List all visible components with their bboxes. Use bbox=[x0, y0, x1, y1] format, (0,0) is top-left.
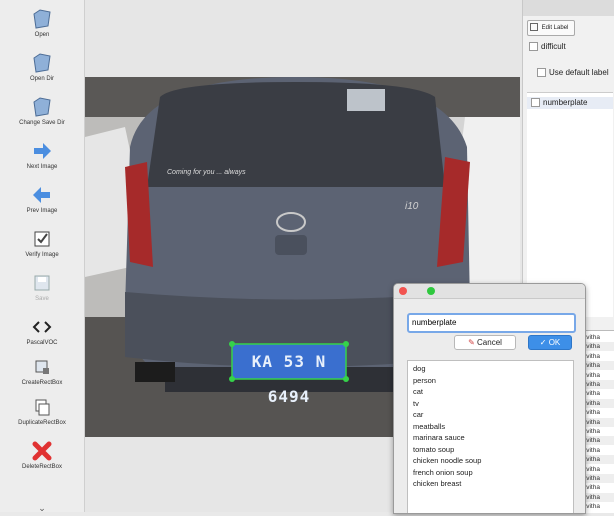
cancel-label: Cancel bbox=[477, 338, 502, 347]
folder-icon bbox=[0, 52, 84, 74]
save-icon bbox=[0, 272, 84, 294]
label-item-text: numberplate bbox=[543, 98, 588, 107]
zoom-dot-icon[interactable] bbox=[427, 287, 435, 295]
tool-label: Verify Image bbox=[25, 252, 59, 258]
tool-duplicaterectbox-button[interactable]: DuplicateRectBox bbox=[0, 396, 84, 426]
edit-label-text: Edit Label bbox=[541, 25, 569, 31]
rear-glass-text: Coming for you ... always bbox=[167, 169, 246, 176]
tool-label: Prev Image bbox=[26, 208, 58, 214]
checkbox-icon bbox=[0, 228, 84, 250]
label-option[interactable]: person bbox=[413, 376, 436, 385]
ok-button[interactable]: ✓ OK bbox=[528, 335, 572, 350]
tool-verify-image-button[interactable]: Verify Image bbox=[0, 228, 84, 258]
difficult-label: difficult bbox=[541, 42, 566, 51]
cancel-button[interactable]: ✎ Cancel bbox=[454, 335, 516, 350]
tool-label: CreateRectBox bbox=[21, 380, 63, 386]
tool-change-save-dir-button[interactable]: Change Save Dir bbox=[0, 96, 84, 126]
label-option[interactable]: tv bbox=[413, 399, 419, 408]
tool-label: DeleteRectBox bbox=[21, 464, 63, 470]
label-option[interactable]: chicken noodle soup bbox=[413, 456, 481, 465]
edit-label-button[interactable]: Edit Label bbox=[527, 20, 575, 36]
label-dialog: ✎ Cancel ✓ OK dog person cat tv car meatballs… bbox=[393, 283, 586, 514]
label-options-list: dog person cat tv car meatballs marinara sauce… bbox=[407, 360, 574, 513]
dialog-title-bar[interactable] bbox=[394, 284, 585, 299]
folder-icon bbox=[0, 8, 84, 30]
label-option[interactable]: french onion soup bbox=[413, 468, 473, 477]
tool-label: Change Save Dir bbox=[19, 120, 65, 126]
label-option[interactable]: meatballs bbox=[413, 422, 445, 431]
label-visibility-checkbox[interactable] bbox=[531, 98, 540, 108]
ok-label: OK bbox=[548, 338, 561, 347]
label-input[interactable] bbox=[407, 313, 576, 333]
tool-next-image-button[interactable]: Next Image bbox=[0, 140, 84, 170]
close-dot-icon[interactable] bbox=[399, 287, 407, 295]
difficult-checkbox[interactable] bbox=[529, 42, 538, 52]
left-toolbar: Open Open Dir Change Save Dir Next Image Pre… bbox=[0, 0, 85, 513]
label-option[interactable]: car bbox=[413, 410, 423, 419]
create-box-icon bbox=[0, 356, 84, 378]
difficult-checkbox-row[interactable]: difficult bbox=[529, 42, 566, 52]
tool-open-button[interactable]: Open bbox=[0, 8, 84, 38]
tool-prev-image-button[interactable]: Prev Image bbox=[0, 184, 84, 214]
ok-icon: ✓ bbox=[539, 338, 547, 347]
tool-label: DuplicateRectBox bbox=[18, 420, 66, 426]
tool-deleterectbox-button[interactable]: DeleteRectBox bbox=[0, 440, 84, 470]
label-list-item[interactable]: numberplate bbox=[527, 97, 613, 109]
tool-label: Save bbox=[35, 296, 49, 302]
expand-toolbar-icon[interactable]: ⌄ bbox=[0, 498, 84, 516]
tool-label: Next Image bbox=[26, 164, 58, 170]
tool-createrectbox-button[interactable]: CreateRectBox bbox=[0, 356, 84, 386]
duplicate-icon bbox=[0, 396, 84, 418]
folder-icon bbox=[0, 96, 84, 118]
edit-icon bbox=[530, 23, 538, 32]
delete-x-icon bbox=[0, 440, 84, 462]
use-default-label: Use default label bbox=[549, 68, 609, 77]
arrow-left-icon bbox=[0, 184, 84, 206]
tool-label: Open Dir bbox=[29, 76, 54, 82]
label-option[interactable]: dog bbox=[413, 364, 426, 373]
use-default-label-row[interactable]: Use default label bbox=[537, 68, 609, 78]
tool-label: PascalVOC bbox=[26, 340, 58, 346]
code-icon bbox=[0, 316, 84, 338]
use-default-checkbox[interactable] bbox=[537, 68, 546, 78]
cancel-icon: ✎ bbox=[468, 338, 475, 347]
dock-title-bar bbox=[523, 0, 614, 16]
arrow-right-icon bbox=[0, 140, 84, 162]
tool-open-dir-button[interactable]: Open Dir bbox=[0, 52, 84, 82]
label-option[interactable]: cat bbox=[413, 387, 423, 396]
model-badge: i10 bbox=[405, 201, 419, 212]
number-plate-text: KA 53 N 6494 bbox=[251, 352, 327, 406]
label-option[interactable]: tomato soup bbox=[413, 445, 454, 454]
tool-save-button[interactable]: Save bbox=[0, 272, 84, 302]
label-option[interactable]: marinara sauce bbox=[413, 433, 465, 442]
label-option[interactable]: chicken breast bbox=[413, 479, 461, 488]
tool-pascalvoc-button[interactable]: PascalVOC bbox=[0, 316, 84, 346]
tool-label: Open bbox=[34, 32, 50, 38]
